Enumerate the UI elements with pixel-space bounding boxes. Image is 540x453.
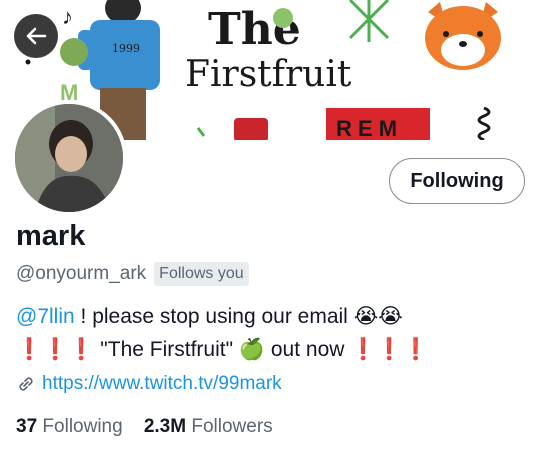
website-link[interactable]: https://www.twitch.tv/99mark bbox=[42, 373, 282, 395]
arrow-left-icon bbox=[26, 27, 47, 45]
exclamation-emoji-right: ❗❗❗ bbox=[350, 338, 429, 361]
follows-you-badge: Follows you bbox=[154, 262, 249, 286]
bio-text-3: out now bbox=[265, 338, 351, 361]
bio-line-2: ❗❗❗ "The Firstfruit" 🍏 out now ❗❗❗ bbox=[16, 333, 531, 366]
green-stroke-doodle bbox=[196, 127, 206, 137]
music-note-icon: ♪ bbox=[62, 4, 73, 29]
following-button[interactable]: Following bbox=[389, 158, 525, 204]
follow-stats: 37 Following 2.3M Followers bbox=[16, 416, 273, 438]
display-name: mark bbox=[16, 220, 86, 252]
bio-text-2: "The Firstfruit" bbox=[94, 338, 239, 361]
followers-count: 2.3M bbox=[143, 416, 187, 437]
profile-link-row: https://www.twitch.tv/99mark bbox=[16, 373, 282, 395]
crying-emoji: 😭😭 bbox=[353, 304, 403, 328]
green-apple-doodle bbox=[273, 8, 293, 28]
bio-mention-link[interactable]: @7llin bbox=[16, 305, 75, 328]
handle-row: @onyourm_ark Follows you bbox=[16, 262, 249, 286]
banner-title-line2: Firstfruit bbox=[185, 54, 352, 95]
profile-avatar[interactable] bbox=[11, 100, 127, 216]
following-label: Following bbox=[42, 416, 123, 437]
rem-poster-text: R E M bbox=[336, 116, 397, 140]
exclamation-emoji-left: ❗❗❗ bbox=[16, 338, 95, 361]
bio-line-1: @7llin ! please stop using our email 😭😭 bbox=[16, 300, 531, 333]
followers-stat[interactable]: 2.3M Followers bbox=[144, 416, 273, 437]
username-handle: @onyourm_ark bbox=[16, 263, 147, 284]
back-button[interactable] bbox=[14, 14, 58, 58]
green-apple-emoji: 🍏 bbox=[238, 337, 266, 361]
shirt-text: 1999 bbox=[112, 42, 140, 55]
fox-illustration bbox=[425, 2, 501, 70]
following-stat[interactable]: 37 Following bbox=[16, 416, 123, 437]
followers-label: Followers bbox=[191, 416, 273, 437]
bio-text-1: ! please stop using our email bbox=[74, 305, 354, 328]
profile-bio: @7llin ! please stop using our email 😭😭 … bbox=[16, 300, 531, 366]
doodle-dot bbox=[25, 59, 31, 65]
link-icon bbox=[19, 377, 33, 391]
red-box-doodle bbox=[234, 118, 268, 140]
following-count: 37 bbox=[16, 416, 38, 437]
spring-doodle bbox=[477, 106, 491, 140]
green-burst-doodle bbox=[348, 0, 390, 42]
